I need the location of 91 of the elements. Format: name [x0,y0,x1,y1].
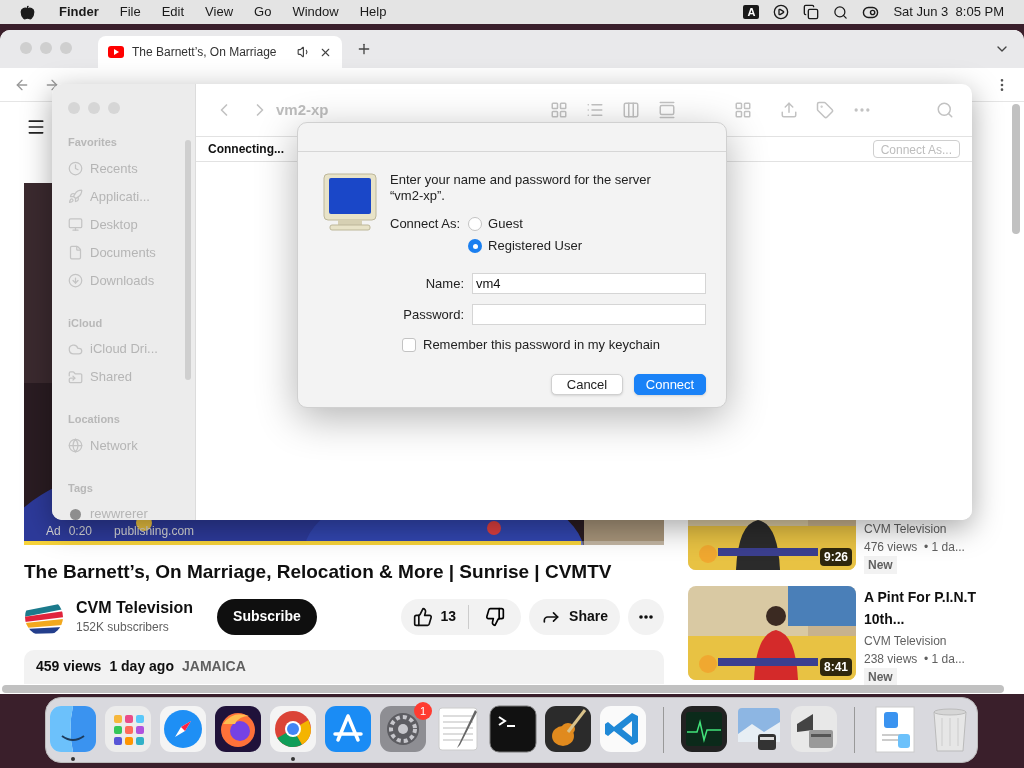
remember-checkbox-row[interactable]: Remember this password in my keychain [402,335,726,355]
column-view-icon[interactable] [622,101,640,119]
menu-icon[interactable] [26,117,46,137]
chrome-wheel-icon[interactable] [268,704,318,754]
finder-face-icon[interactable] [48,704,98,754]
rocket-icon [68,189,83,204]
shared-folder-icon [68,369,83,385]
new-tab-icon[interactable] [356,41,372,57]
radio-option[interactable]: Registered User [468,235,583,257]
gear-icon[interactable] [378,704,428,754]
radio-option[interactable]: Guest [468,213,583,235]
play-circle-icon[interactable] [773,4,790,20]
fox-globe-icon[interactable] [213,704,263,754]
more-icon [639,614,653,619]
cancel-button[interactable]: Cancel [551,373,623,395]
related-channel: CVM Television [864,633,948,650]
subscribe-button[interactable]: Subscribe [217,598,317,635]
subscriber-count: 152K subscribers [76,618,170,636]
related-meta: 238 views • 1 da... [864,651,966,668]
share-button[interactable]: Share [529,598,620,635]
browser-tab[interactable]: The Barnett’s, On Marriage [98,36,342,68]
checkbox[interactable] [402,337,416,352]
input-source-indicator[interactable]: A [743,5,760,19]
connect-button[interactable]: Connect [634,373,706,395]
gallery-view-icon[interactable] [658,101,676,119]
globe-icon [68,438,83,453]
activity-monitor-icon[interactable] [679,704,729,754]
video-duration: 9:26 [819,548,852,566]
download-icon [68,273,83,288]
upload-age: 1 day ago [109,657,174,676]
ad-link[interactable]: publishing.com [114,522,195,540]
play-logo-icon [108,46,124,58]
clock-icon [68,161,83,176]
menu-item[interactable]: File [119,2,141,22]
radio-button[interactable] [468,239,483,253]
notification-badge: 1 [414,702,432,720]
share-icon[interactable] [780,101,798,119]
related-channel: CVM Television [864,521,948,538]
terminal-icon[interactable] [488,704,538,754]
menu-item[interactable]: Window [292,2,339,22]
app-grid-icon[interactable] [103,704,153,754]
view-count: 459 views [36,657,102,676]
related-video-title[interactable]: A Pint For P.I.N.T 10th... [864,586,984,630]
menu-item[interactable]: Go [254,2,272,22]
cloud-icon [68,341,83,357]
code-editor-icon[interactable] [598,704,648,754]
thumbs-up-icon [412,606,433,627]
name-field[interactable]: vm4 [472,273,706,294]
name-label: Name: [424,274,464,293]
menu-item[interactable]: Edit [161,2,185,22]
tag-icon[interactable] [816,101,834,119]
apple-logo-icon[interactable] [20,4,35,20]
connection-status: Connecting... [208,141,284,158]
like-button[interactable]: 13 [400,598,469,635]
horizontal-scrollbar[interactable] [2,685,1004,693]
more-actions-button[interactable] [628,598,664,635]
document-icon [68,245,83,260]
password-field[interactable] [472,304,706,325]
menu-app-name[interactable]: Finder [59,2,99,22]
scrollbar-thumb[interactable] [185,140,191,380]
app-store-icon[interactable] [323,704,373,754]
video-duration: 8:41 [819,658,852,676]
ad-label: Ad [46,523,61,540]
compass-icon[interactable] [158,704,208,754]
windows-icon[interactable] [803,4,820,20]
monitor-icon [68,217,83,232]
grid-view-icon[interactable] [550,101,568,119]
group-icon[interactable] [734,101,752,119]
password-label: Password: [402,305,464,324]
dialog-prompt: Enter your name and password for the server “vm2-xp”. [390,172,652,204]
window-title: vm2-xp [276,99,329,120]
tab-title: The Barnett’s, On Marriage [132,44,277,61]
menu-clock[interactable]: Sat Jun 3 8:05 PM [893,2,1004,22]
new-badge: New [864,668,897,686]
guitar-icon[interactable] [543,704,593,754]
ad-time: 0:20 [68,523,93,540]
radio-button[interactable] [468,217,483,231]
channel-name[interactable]: CVM Television [76,597,194,618]
hashtag-link[interactable]: JAMAICA [182,656,246,677]
connect-as-label: Connect As: [390,215,461,233]
menu-item[interactable]: Help [359,2,387,22]
new-badge: New [864,556,897,574]
search-icon[interactable] [833,4,849,20]
monitor-icon [322,172,378,232]
description-panel[interactable]: 459 views 1 day ago JAMAICA [24,649,664,684]
scrollbar-thumb[interactable] [1012,104,1020,234]
thumbs-down-icon [485,606,506,627]
list-view-icon[interactable] [586,101,604,119]
menu-item[interactable]: View [205,2,234,22]
related-meta: 476 views • 1 da... [864,539,966,556]
video-title: The Barnett’s, On Marriage, Relocation & More | Sunrise | CVMTV [24,560,613,584]
